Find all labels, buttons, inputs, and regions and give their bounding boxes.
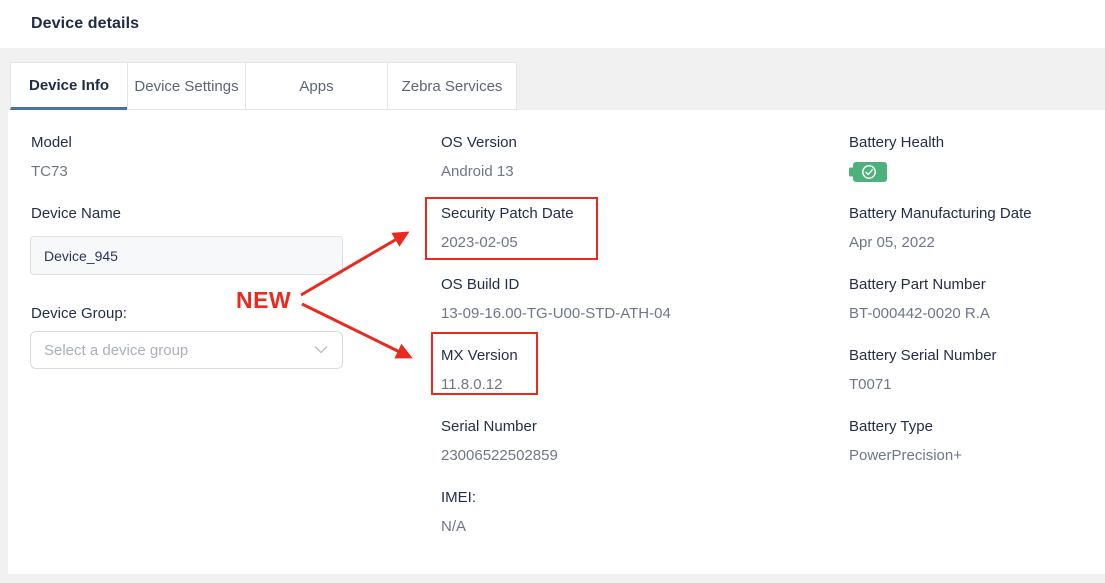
tab-device-info[interactable]: Device Info — [10, 62, 128, 110]
imei-label: IMEI: — [441, 489, 781, 507]
battery-serial-number-field: Battery Serial Number T0071 — [849, 347, 1105, 394]
security-patch-date-field: Security Patch Date 2023-02-05 — [441, 205, 781, 252]
battery-part-number-label: Battery Part Number — [849, 276, 1105, 294]
security-patch-date-value: 2023-02-05 — [441, 234, 781, 252]
device-group-label: Device Group: — [31, 305, 371, 323]
device-details-shell: Device Info Device Settings Apps Zebra S… — [0, 48, 1105, 583]
mx-version-value: 11.8.0.12 — [441, 376, 781, 394]
tab-apps[interactable]: Apps — [245, 62, 388, 110]
os-version-value: Android 13 — [441, 163, 781, 181]
device-info-panel: Model TC73 Device Name Device Group: Sel… — [8, 110, 1105, 574]
battery-health-label: Battery Health — [849, 134, 1105, 152]
model-label: Model — [31, 134, 371, 152]
imei-field: IMEI: N/A — [441, 489, 781, 536]
serial-number-label: Serial Number — [441, 418, 781, 436]
chevron-down-icon — [314, 341, 328, 359]
battery-part-number-field: Battery Part Number BT-000442-0020 R.A — [849, 276, 1105, 323]
model-field: Model TC73 — [31, 134, 371, 181]
tab-device-settings[interactable]: Device Settings — [127, 62, 246, 110]
battery-serial-number-label: Battery Serial Number — [849, 347, 1105, 365]
battery-part-number-value: BT-000442-0020 R.A — [849, 305, 1105, 323]
battery-manufacturing-date-label: Battery Manufacturing Date — [849, 205, 1105, 223]
title-bar: Device details — [0, 0, 1105, 48]
imei-value: N/A — [441, 518, 781, 536]
mx-version-field: MX Version 11.8.0.12 — [441, 347, 781, 394]
battery-type-value: PowerPrecision+ — [849, 447, 1105, 465]
os-build-id-value: 13-09-16.00-TG-U00-STD-ATH-04 — [441, 305, 781, 323]
battery-serial-number-value: T0071 — [849, 376, 1105, 394]
device-group-placeholder: Select a device group — [44, 342, 188, 359]
battery-type-field: Battery Type PowerPrecision+ — [849, 418, 1105, 465]
device-name-input[interactable] — [30, 236, 343, 275]
battery-check-icon — [849, 162, 889, 182]
os-version-field: OS Version Android 13 — [441, 134, 781, 181]
battery-manufacturing-date-field: Battery Manufacturing Date Apr 05, 2022 — [849, 205, 1105, 252]
battery-type-label: Battery Type — [849, 418, 1105, 436]
model-value: TC73 — [31, 163, 371, 181]
tab-zebra-services[interactable]: Zebra Services — [387, 62, 517, 110]
device-group-field: Device Group: — [31, 305, 371, 323]
os-build-id-label: OS Build ID — [441, 276, 781, 294]
mx-version-label: MX Version — [441, 347, 781, 365]
security-patch-date-label: Security Patch Date — [441, 205, 781, 223]
serial-number-value: 23006522502859 — [441, 447, 781, 465]
serial-number-field: Serial Number 23006522502859 — [441, 418, 781, 465]
battery-manufacturing-date-value: Apr 05, 2022 — [849, 234, 1105, 252]
tab-bar: Device Info Device Settings Apps Zebra S… — [0, 48, 1105, 110]
device-name-field: Device Name — [31, 205, 371, 223]
device-name-label: Device Name — [31, 205, 371, 223]
page-title: Device details — [31, 15, 139, 33]
device-group-select[interactable]: Select a device group — [30, 331, 343, 369]
os-build-id-field: OS Build ID 13-09-16.00-TG-U00-STD-ATH-0… — [441, 276, 781, 323]
os-version-label: OS Version — [441, 134, 781, 152]
battery-health-field: Battery Health — [849, 134, 1105, 152]
